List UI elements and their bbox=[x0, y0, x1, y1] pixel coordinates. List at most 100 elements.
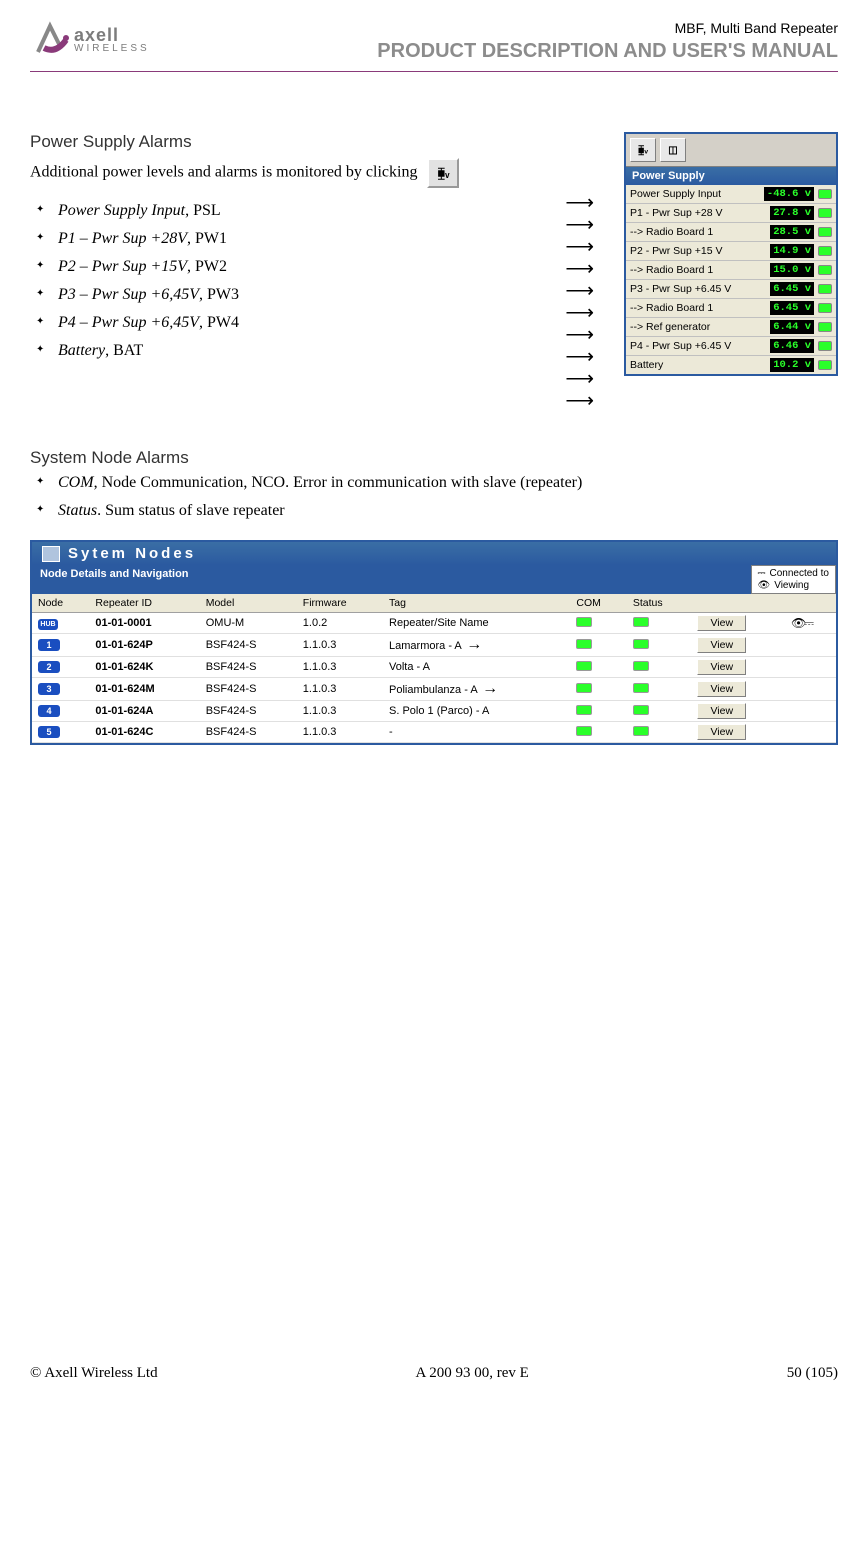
model-cell: BSF424-S bbox=[200, 678, 297, 701]
row-value: 6.45 v bbox=[770, 301, 814, 315]
eye-icon: 👁 bbox=[758, 580, 771, 591]
bullet-rest: , Node Communication, NCO. Error in comm… bbox=[94, 474, 583, 491]
indicator-cell bbox=[785, 678, 836, 701]
window-title: Sytem Nodes bbox=[68, 545, 196, 562]
model-cell: BSF424-S bbox=[200, 701, 297, 722]
view-button[interactable]: View bbox=[697, 681, 746, 697]
system-node-heading: System Node Alarms bbox=[30, 448, 838, 468]
row-label: Power Supply Input bbox=[630, 188, 760, 200]
view-button[interactable]: View bbox=[697, 724, 746, 740]
bullet-rest: . Sum status of slave repeater bbox=[97, 502, 285, 519]
arrow-icon: ⟶ bbox=[565, 306, 594, 320]
status-led-icon bbox=[818, 208, 832, 218]
connection-eye-icon: 👁⎓ bbox=[791, 616, 812, 630]
table-header-row: NodeRepeater IDModelFirmwareTagCOMStatus bbox=[32, 594, 836, 613]
table-header-cell: Tag bbox=[383, 594, 570, 613]
status-led-icon bbox=[818, 265, 832, 275]
doc-title: MBF, Multi Band Repeater bbox=[377, 20, 838, 36]
panel-subbar: Node Details and Navigation ⎓ Connected … bbox=[32, 565, 836, 594]
toolbar-button-2[interactable]: ◫ bbox=[660, 138, 686, 162]
repeater-id: 01-01-0001 bbox=[89, 613, 199, 634]
bullet-rest: , PW2 bbox=[187, 258, 227, 275]
status-led-icon bbox=[818, 303, 832, 313]
header-right: MBF, Multi Band Repeater PRODUCT DESCRIP… bbox=[377, 20, 838, 63]
node-badge: HUB bbox=[38, 619, 58, 630]
row-label: --> Radio Board 1 bbox=[630, 264, 766, 276]
table-header-cell: Repeater ID bbox=[89, 594, 199, 613]
page-footer: © Axell Wireless Ltd A 200 93 00, rev E … bbox=[30, 1365, 838, 1382]
row-label: P1 - Pwr Sup +28 V bbox=[630, 207, 766, 219]
status-led-icon bbox=[818, 227, 832, 237]
view-button[interactable]: View bbox=[697, 703, 746, 719]
repeater-id: 01-01-624A bbox=[89, 701, 199, 722]
table-row: 201-01-624KBSF424-S1.1.0.3Volta - AView bbox=[32, 657, 836, 678]
monitor-icon-button[interactable]: ⧯ᵥ bbox=[427, 158, 459, 188]
indicator-cell bbox=[785, 701, 836, 722]
status-cell bbox=[627, 613, 692, 634]
toolbar-button-1[interactable]: ⧯ᵥ bbox=[630, 138, 656, 162]
firmware-cell: 1.1.0.3 bbox=[297, 657, 383, 678]
node-badge: 4 bbox=[38, 705, 60, 717]
com-cell bbox=[570, 678, 626, 701]
com-led-icon bbox=[576, 705, 592, 715]
panel-window-titlebar: Sytem Nodes bbox=[32, 542, 836, 565]
tag-cell: - bbox=[383, 722, 570, 743]
com-led-icon bbox=[576, 639, 592, 649]
bullet-item: P2 – Pwr Sup +15V, PW2 bbox=[30, 258, 535, 276]
com-led-icon bbox=[576, 617, 592, 627]
node-badge: 2 bbox=[38, 661, 60, 673]
bullet-rest: , PSL bbox=[185, 202, 221, 219]
repeater-id: 01-01-624P bbox=[89, 634, 199, 657]
node-badge: 5 bbox=[38, 726, 60, 738]
system-node-bullet-list: COM, Node Communication, NCO. Error in c… bbox=[30, 474, 838, 520]
status-cell bbox=[627, 657, 692, 678]
system-nodes-panel: Sytem Nodes Node Details and Navigation … bbox=[30, 540, 838, 745]
view-button[interactable]: View bbox=[697, 615, 746, 631]
status-cell bbox=[627, 634, 692, 657]
status-cell bbox=[627, 678, 692, 701]
footer-center: A 200 93 00, rev E bbox=[416, 1365, 529, 1382]
status-led-icon bbox=[633, 705, 649, 715]
com-cell bbox=[570, 613, 626, 634]
power-supply-section: Power Supply Alarms Additional power lev… bbox=[30, 132, 838, 408]
row-label: --> Radio Board 1 bbox=[630, 302, 766, 314]
table-body: HUB01-01-0001OMU-M1.0.2Repeater/Site Nam… bbox=[32, 613, 836, 743]
legend-viewing: 👁 Viewing bbox=[758, 580, 829, 591]
status-led-icon bbox=[818, 341, 832, 351]
row-value: 28.5 v bbox=[770, 225, 814, 239]
indicator-cell bbox=[785, 657, 836, 678]
table-header-cell: Firmware bbox=[297, 594, 383, 613]
row-value: 14.9 v bbox=[770, 244, 814, 258]
row-label: P2 - Pwr Sup +15 V bbox=[630, 245, 766, 257]
bullet-item: P3 – Pwr Sup +6,45V, PW3 bbox=[30, 286, 535, 304]
power-supply-rows: Power Supply Input-48.6 vP1 - Pwr Sup +2… bbox=[626, 185, 836, 374]
table-row: 501-01-624CBSF424-S1.1.0.3-View bbox=[32, 722, 836, 743]
arrow-icon: ⟶ bbox=[565, 284, 594, 298]
bullet-italic: Status bbox=[58, 502, 97, 519]
com-led-icon bbox=[576, 683, 592, 693]
status-led-icon bbox=[818, 189, 832, 199]
power-supply-row: --> Radio Board 1 6.45 v bbox=[626, 299, 836, 318]
power-supply-row: P2 - Pwr Sup +15 V 14.9 v bbox=[626, 242, 836, 261]
bullet-italic: COM bbox=[58, 474, 94, 491]
status-led-icon bbox=[633, 617, 649, 627]
view-button[interactable]: View bbox=[697, 659, 746, 675]
table-header-cell bbox=[785, 594, 836, 613]
com-cell bbox=[570, 657, 626, 678]
status-led-icon bbox=[818, 322, 832, 332]
power-supply-row: --> Radio Board 115.0 v bbox=[626, 261, 836, 280]
status-led-icon bbox=[633, 726, 649, 736]
footer-right: 50 (105) bbox=[787, 1365, 838, 1382]
table-header-cell: COM bbox=[570, 594, 626, 613]
logo-mark-icon bbox=[30, 20, 70, 60]
status-led-icon bbox=[818, 284, 832, 294]
row-value: 6.45 v bbox=[770, 282, 814, 296]
row-label: P4 - Pwr Sup +6.45 V bbox=[630, 340, 766, 352]
logo-sub: WIRELESS bbox=[74, 44, 150, 54]
view-button[interactable]: View bbox=[697, 637, 746, 653]
arrow-icon: ⟶ bbox=[565, 372, 594, 386]
status-led-icon bbox=[633, 661, 649, 671]
bullet-rest: , BAT bbox=[105, 342, 143, 359]
arrow-icon: ⟶ bbox=[565, 240, 594, 254]
logo-name: axell bbox=[74, 26, 150, 44]
